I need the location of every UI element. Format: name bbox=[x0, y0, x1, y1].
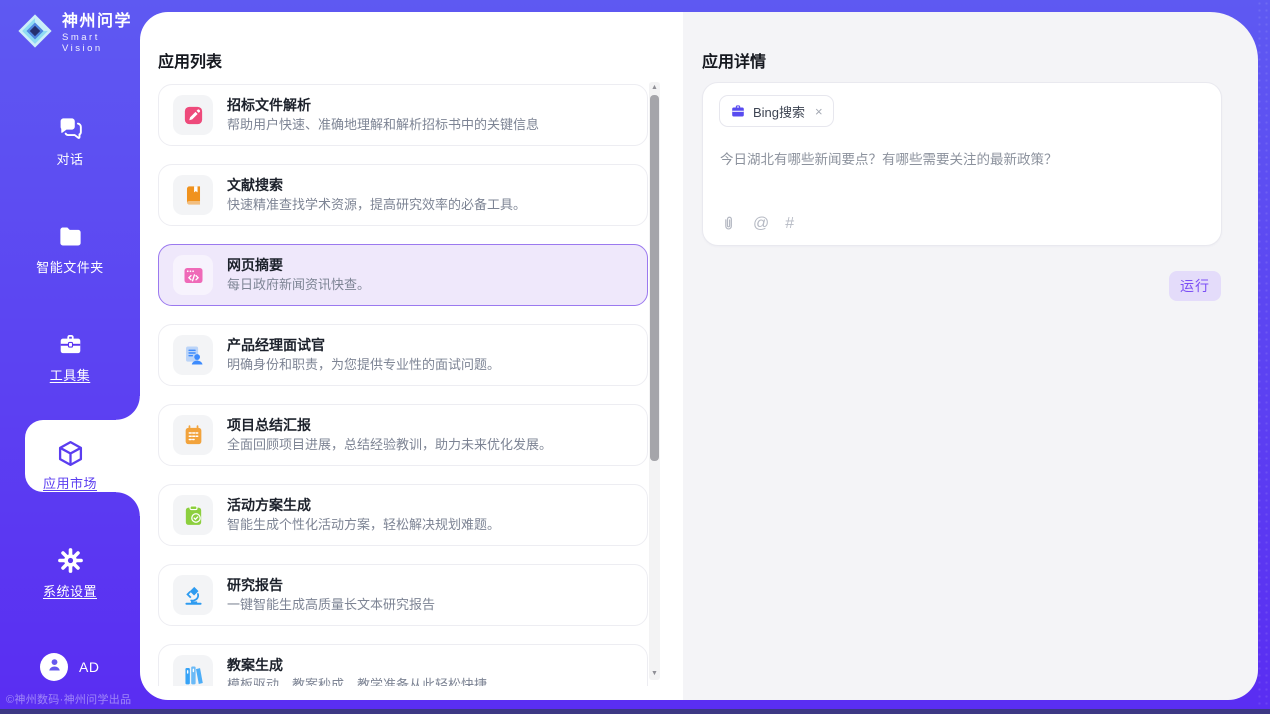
report-note-icon bbox=[182, 424, 205, 447]
app-icon-tile bbox=[173, 655, 213, 686]
app-list-item-2[interactable]: 网页摘要每日政府新闻资讯快查。 bbox=[158, 244, 648, 306]
brand-text: 神州问学 Smart Vision bbox=[62, 13, 140, 55]
sidebar-item-1[interactable]: 智能文件夹 bbox=[0, 222, 140, 277]
hash-icon[interactable]: # bbox=[785, 215, 794, 232]
cube-icon bbox=[0, 438, 140, 467]
app-list-item-1[interactable]: 文献搜索快速精准查找学术资源，提高研究效率的必备工具。 bbox=[158, 164, 648, 226]
app-window: 神州问学 Smart Vision 对话智能文件夹工具集应用市场系统设置 AD … bbox=[0, 0, 1270, 714]
microscope-icon bbox=[182, 584, 205, 607]
sidebar-item-label: 工具集 bbox=[50, 365, 91, 384]
diamond-logo-icon bbox=[16, 12, 54, 55]
edit-doc-icon bbox=[182, 104, 205, 127]
app-item-desc: 明确身份和职责，为您提供专业性的面试问题。 bbox=[227, 358, 500, 373]
app-item-desc: 模板驱动，教案秒成，教学准备从此轻松快捷 bbox=[227, 678, 487, 686]
app-item-texts: 文献搜索快速精准查找学术资源，提高研究效率的必备工具。 bbox=[227, 177, 526, 212]
web-code-icon bbox=[182, 264, 205, 287]
books-icon bbox=[182, 664, 205, 687]
app-item-texts: 项目总结汇报全面回顾项目进展，总结经验教训，助力未来优化发展。 bbox=[227, 417, 552, 452]
app-item-texts: 招标文件解析帮助用户快速、准确地理解和解析招标书中的关键信息 bbox=[227, 97, 539, 132]
sidebar-item-4[interactable]: 系统设置 bbox=[0, 546, 140, 601]
interviewer-icon bbox=[182, 344, 205, 367]
sidebar-item-label: 对话 bbox=[56, 149, 83, 168]
tag-close-icon[interactable]: × bbox=[815, 104, 823, 119]
app-item-name: 产品经理面试官 bbox=[227, 337, 500, 353]
app-icon-tile bbox=[173, 255, 213, 295]
sidebar-item-label: 智能文件夹 bbox=[36, 257, 104, 276]
app-item-name: 项目总结汇报 bbox=[227, 417, 552, 433]
app-item-desc: 一键智能生成高质量长文本研究报告 bbox=[227, 598, 435, 613]
app-item-name: 网页摘要 bbox=[227, 257, 370, 273]
app-item-texts: 产品经理面试官明确身份和职责，为您提供专业性的面试问题。 bbox=[227, 337, 500, 372]
app-item-desc: 智能生成个性化活动方案，轻松解决规划难题。 bbox=[227, 518, 500, 533]
app-detail-panel: 应用详情 Bing搜索 × 今日湖北有哪些新闻要点？有哪些需要关注的最新政策？ … bbox=[683, 12, 1258, 700]
user-icon bbox=[46, 656, 63, 678]
app-item-desc: 快速精准查找学术资源，提高研究效率的必备工具。 bbox=[227, 198, 526, 213]
sidebar-item-0[interactable]: 对话 bbox=[0, 114, 140, 169]
sidebar-item-2[interactable]: 工具集 bbox=[0, 330, 140, 385]
app-list-item-3[interactable]: 产品经理面试官明确身份和职责，为您提供专业性的面试问题。 bbox=[158, 324, 648, 386]
sidebar-item-label: 应用市场 bbox=[43, 473, 97, 492]
chat-icon bbox=[0, 114, 140, 143]
app-list-item-4[interactable]: 项目总结汇报全面回顾项目进展，总结经验教训，助力未来优化发展。 bbox=[158, 404, 648, 466]
app-icon-tile bbox=[173, 495, 213, 535]
brand-name: 神州问学 bbox=[62, 13, 140, 31]
scroll-up-icon[interactable]: ▲ bbox=[649, 82, 660, 94]
app-item-texts: 活动方案生成智能生成个性化活动方案，轻松解决规划难题。 bbox=[227, 497, 500, 532]
avatar bbox=[40, 653, 68, 681]
prompt-input[interactable]: 今日湖北有哪些新闻要点？有哪些需要关注的最新政策？ bbox=[720, 151, 1205, 170]
mention-icon[interactable]: @ bbox=[753, 215, 769, 232]
app-icon-tile bbox=[173, 175, 213, 215]
clipboard-check-icon bbox=[182, 504, 205, 527]
book-icon bbox=[182, 184, 205, 207]
composer-toolbar: @ # bbox=[720, 215, 794, 232]
app-list-item-0[interactable]: 招标文件解析帮助用户快速、准确地理解和解析招标书中的关键信息 bbox=[158, 84, 648, 146]
sidebar: 神州问学 Smart Vision 对话智能文件夹工具集应用市场系统设置 AD … bbox=[0, 0, 140, 714]
app-list: 招标文件解析帮助用户快速、准确地理解和解析招标书中的关键信息文献搜索快速精准查找… bbox=[158, 84, 648, 686]
user-initials: AD bbox=[79, 659, 99, 675]
prompt-card: Bing搜索 × 今日湖北有哪些新闻要点？有哪些需要关注的最新政策？ @ # bbox=[702, 82, 1222, 246]
app-detail-title: 应用详情 bbox=[702, 48, 766, 72]
app-item-texts: 教案生成模板驱动，教案秒成，教学准备从此轻松快捷 bbox=[227, 657, 487, 686]
app-icon-tile bbox=[173, 95, 213, 135]
scrollbar-thumb[interactable] bbox=[650, 95, 659, 461]
app-item-name: 文献搜索 bbox=[227, 177, 526, 193]
gear-icon bbox=[0, 546, 140, 575]
app-item-name: 教案生成 bbox=[227, 657, 487, 673]
tool-tag-label: Bing搜索 bbox=[753, 102, 805, 121]
bottom-edge bbox=[0, 709, 1270, 714]
app-icon-tile bbox=[173, 415, 213, 455]
dot-pattern-decoration bbox=[1256, 0, 1270, 714]
app-item-texts: 研究报告一键智能生成高质量长文本研究报告 bbox=[227, 577, 435, 612]
app-list-title: 应用列表 bbox=[158, 48, 222, 72]
folder-icon bbox=[0, 222, 140, 251]
app-item-desc: 全面回顾项目进展，总结经验教训，助力未来优化发展。 bbox=[227, 438, 552, 453]
app-item-name: 研究报告 bbox=[227, 577, 435, 593]
app-icon-tile bbox=[173, 575, 213, 615]
app-item-desc: 帮助用户快速、准确地理解和解析招标书中的关键信息 bbox=[227, 118, 539, 133]
app-item-name: 招标文件解析 bbox=[227, 97, 539, 113]
app-list-panel: 应用列表 招标文件解析帮助用户快速、准确地理解和解析招标书中的关键信息文献搜索快… bbox=[140, 12, 683, 700]
user-profile[interactable]: AD bbox=[40, 653, 99, 681]
app-item-name: 活动方案生成 bbox=[227, 497, 500, 513]
sidebar-item-label: 系统设置 bbox=[43, 581, 97, 600]
app-item-desc: 每日政府新闻资讯快查。 bbox=[227, 278, 370, 293]
brand-subtitle: Smart Vision bbox=[62, 32, 140, 54]
copyright-text: ©神州数码·神州问学出品 bbox=[6, 691, 131, 707]
app-list-item-6[interactable]: 研究报告一键智能生成高质量长文本研究报告 bbox=[158, 564, 648, 626]
app-item-texts: 网页摘要每日政府新闻资讯快查。 bbox=[227, 257, 370, 292]
attachment-icon[interactable] bbox=[720, 215, 737, 232]
scrollbar[interactable]: ▲ ▼ bbox=[649, 82, 660, 680]
brand-logo: 神州问学 Smart Vision bbox=[16, 12, 140, 55]
app-list-item-5[interactable]: 活动方案生成智能生成个性化活动方案，轻松解决规划难题。 bbox=[158, 484, 648, 546]
tool-tag-bing[interactable]: Bing搜索 × bbox=[719, 95, 834, 127]
run-button[interactable]: 运行 bbox=[1169, 271, 1221, 301]
briefcase-icon bbox=[730, 103, 746, 119]
toolbox-icon bbox=[0, 330, 140, 359]
sidebar-item-3[interactable]: 应用市场 bbox=[0, 438, 140, 493]
app-list-item-7[interactable]: 教案生成模板驱动，教案秒成，教学准备从此轻松快捷 bbox=[158, 644, 648, 686]
app-icon-tile bbox=[173, 335, 213, 375]
scroll-down-icon[interactable]: ▼ bbox=[649, 668, 660, 680]
